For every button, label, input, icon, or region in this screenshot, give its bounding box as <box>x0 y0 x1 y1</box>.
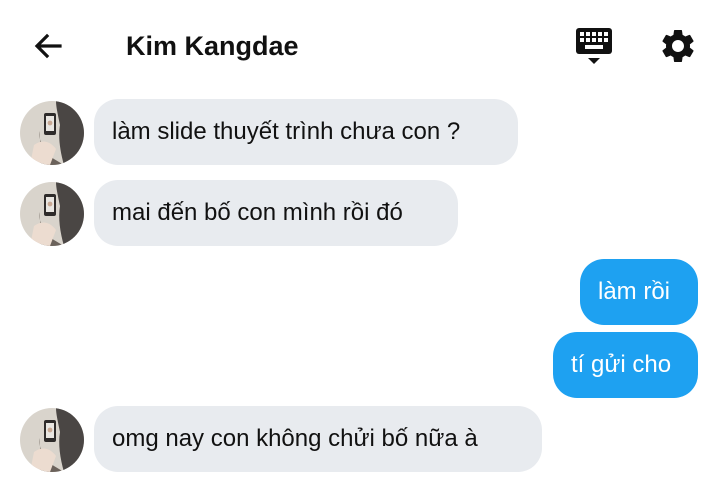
keyboard-button[interactable] <box>574 24 614 68</box>
message-row: mai đến bố con mình rồi đó <box>0 180 720 250</box>
message-text: tí gửi cho <box>571 351 672 378</box>
message-text: làm rồi <box>598 278 671 305</box>
back-button[interactable] <box>28 26 68 66</box>
message-row: làm rồi <box>0 259 720 327</box>
message-text: làm slide thuyết trình chưa con ? <box>112 118 461 145</box>
avatar-photo <box>20 182 84 246</box>
conversation-title: Kim Kangdae <box>126 31 299 61</box>
avatar[interactable] <box>20 182 84 246</box>
message-row: tí gửi cho <box>0 332 720 400</box>
message-row: omg nay con không chửi bố nữa à <box>0 406 720 476</box>
avatar[interactable] <box>20 101 84 165</box>
chat-header: Kim Kangdae <box>0 0 720 90</box>
incoming-message-bubble[interactable]: mai đến bố con mình rồi đó <box>94 180 458 246</box>
message-text: omg nay con không chửi bố nữa à <box>112 425 478 452</box>
keyboard-icon <box>576 28 612 64</box>
settings-button[interactable] <box>658 26 698 66</box>
incoming-message-bubble[interactable]: omg nay con không chửi bố nữa à <box>94 406 542 472</box>
incoming-message-bubble[interactable]: làm slide thuyết trình chưa con ? <box>94 99 518 165</box>
arrow-left-icon <box>34 33 62 59</box>
avatar-photo <box>20 408 84 472</box>
message-row: làm slide thuyết trình chưa con ? <box>0 98 720 168</box>
gear-icon <box>662 29 694 62</box>
avatar[interactable] <box>20 408 84 472</box>
avatar-photo <box>20 101 84 165</box>
message-text: mai đến bố con mình rồi đó <box>112 199 403 226</box>
outgoing-message-bubble[interactable]: làm rồi <box>580 259 698 325</box>
outgoing-message-bubble[interactable]: tí gửi cho <box>553 332 698 398</box>
